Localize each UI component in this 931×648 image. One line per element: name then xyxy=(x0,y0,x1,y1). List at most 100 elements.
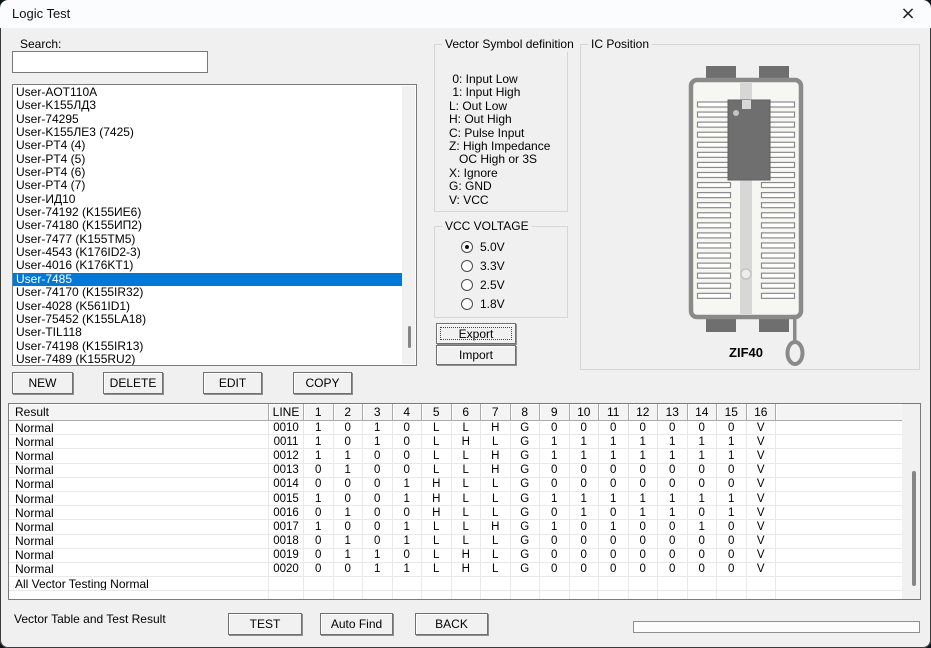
table-row[interactable]: Normal 0011 1 0 1 0 L H L G 1 1 1 1 1 1 1 V xyxy=(9,435,920,450)
column-header[interactable]: LINE xyxy=(269,404,304,421)
vector-cell: L xyxy=(451,477,481,492)
list-item[interactable]: User-75452 (K155LA18) xyxy=(13,312,402,326)
list-item[interactable]: User-K155ЛД3 xyxy=(13,98,402,112)
vcc-option-2.5V[interactable]: 2.5V xyxy=(461,278,505,292)
vector-cell: 0 xyxy=(392,435,422,450)
vcc-option-3.3V[interactable]: 3.3V xyxy=(461,259,505,273)
list-item[interactable]: User-74192 (K155ИЕ6) xyxy=(13,205,402,219)
table-row[interactable]: Normal 0015 1 0 0 1 H L L G 1 1 1 1 1 1 1 V xyxy=(9,491,920,507)
listbox-scrollbar[interactable] xyxy=(402,86,415,364)
column-header[interactable]: 14 xyxy=(687,404,717,421)
table-row[interactable]: Normal 0018 0 1 0 1 L L L G 0 0 0 0 0 0 0 V xyxy=(9,534,920,549)
table-row[interactable]: Normal 0016 0 1 0 0 H L L G 0 1 0 1 1 0 1 V xyxy=(9,506,920,521)
vector-cell: H xyxy=(481,449,511,464)
search-input[interactable] xyxy=(12,51,208,73)
column-header[interactable]: 10 xyxy=(569,404,599,421)
list-item[interactable]: User-74295 xyxy=(13,112,402,126)
copy-button[interactable]: COPY xyxy=(293,372,352,394)
list-item[interactable]: User-4016 (K176KT1) xyxy=(13,259,402,273)
column-header[interactable]: 9 xyxy=(540,404,570,421)
chip-notch xyxy=(742,100,751,109)
table-scrollbar[interactable] xyxy=(902,404,920,599)
socket-hole xyxy=(740,268,752,280)
column-header[interactable]: 6 xyxy=(451,404,481,421)
radio-icon[interactable] xyxy=(461,241,473,253)
auto-find-button[interactable]: Auto Find xyxy=(320,613,393,635)
vector-cell: 0 xyxy=(569,477,599,492)
import-button[interactable]: Import xyxy=(436,345,516,365)
list-item[interactable]: User-PT4 (5) xyxy=(13,152,402,166)
table-row[interactable]: Normal 0010 1 0 1 0 L L H G 0 0 0 0 0 0 0 V xyxy=(9,421,920,436)
radio-icon[interactable] xyxy=(461,260,473,272)
column-header[interactable]: 13 xyxy=(658,404,688,421)
vector-cell: H xyxy=(481,520,511,535)
column-header[interactable]: 5 xyxy=(422,404,452,421)
delete-button[interactable]: DELETE xyxy=(103,372,163,394)
table-row[interactable]: Normal 0019 0 1 1 0 L H L G 0 0 0 0 0 0 0 V xyxy=(9,548,920,563)
edit-button[interactable]: EDIT xyxy=(203,372,262,394)
vector-cell: 0 xyxy=(599,534,629,549)
table-scrollbar-thumb[interactable] xyxy=(912,471,916,586)
column-header[interactable]: Result xyxy=(9,404,269,421)
row-filler xyxy=(776,421,920,436)
list-item[interactable]: User-74170 (K155IR32) xyxy=(13,285,402,299)
list-item[interactable]: User-7485 xyxy=(13,272,402,287)
radio-icon[interactable] xyxy=(461,279,473,291)
export-button[interactable]: Export xyxy=(436,323,516,344)
column-header[interactable]: 16 xyxy=(746,404,776,421)
vector-cell: 1 xyxy=(540,491,570,507)
new-button[interactable]: NEW xyxy=(12,372,73,394)
vector-cell xyxy=(658,591,688,599)
vector-cell: G xyxy=(510,435,540,450)
list-item[interactable]: User-K155ЛЕ3 (7425) xyxy=(13,125,402,139)
column-header[interactable]: 4 xyxy=(392,404,422,421)
list-item[interactable]: User-PT4 (7) xyxy=(13,179,402,193)
list-item[interactable]: User-4543 (K176ID2-3) xyxy=(13,245,402,259)
column-header[interactable]: 3 xyxy=(363,404,393,421)
table-row[interactable]: Normal 0020 0 0 1 1 L H L G 0 0 0 0 0 0 0 V xyxy=(9,562,920,578)
list-item[interactable]: User-AOT110A xyxy=(13,85,402,99)
vector-cell: 0 xyxy=(717,477,747,492)
table-row[interactable]: Normal 0012 1 1 0 0 L L H G 1 1 1 1 1 1 1 V xyxy=(9,449,920,464)
vector-cell: V xyxy=(746,463,776,478)
list-item[interactable]: User-74180 (K155ИП2) xyxy=(13,219,402,233)
column-header[interactable]: 12 xyxy=(628,404,658,421)
column-header[interactable]: 2 xyxy=(333,404,363,421)
vcc-option-5.0V[interactable]: 5.0V xyxy=(461,240,505,254)
listbox-scrollbar-thumb[interactable] xyxy=(408,326,411,348)
vector-cell xyxy=(628,577,658,592)
radio-icon[interactable] xyxy=(461,298,473,310)
chip-listbox[interactable]: User-AOT110A User-K155ЛД3 User-74295 User-K… xyxy=(12,84,417,366)
list-item[interactable]: User-7489 (K155RU2) xyxy=(13,352,402,365)
list-item[interactable]: User-ИД10 xyxy=(13,192,402,206)
column-header[interactable]: 1 xyxy=(304,404,334,421)
line-cell: 0012 xyxy=(269,449,304,464)
column-header[interactable]: 15 xyxy=(717,404,747,421)
list-item[interactable]: User-TIL118 xyxy=(13,325,402,339)
vector-cell: G xyxy=(510,562,540,578)
vector-cell: 0 xyxy=(363,506,393,521)
vector-cell: G xyxy=(510,421,540,436)
list-item[interactable]: User-PT4 (6) xyxy=(13,165,402,179)
list-item[interactable]: User-7477 (K155TM5) xyxy=(13,232,402,246)
column-header[interactable]: 7 xyxy=(481,404,511,421)
vector-cell: 0 xyxy=(363,520,393,535)
test-button[interactable]: TEST xyxy=(228,613,302,635)
back-button[interactable]: BACK xyxy=(415,613,488,635)
vector-cell: 1 xyxy=(599,449,629,464)
list-item[interactable]: User-74198 (K155IR13) xyxy=(13,339,402,353)
radio-label: 5.0V xyxy=(480,240,505,254)
vcc-option-1.8V[interactable]: 1.8V xyxy=(461,297,505,311)
vector-cell: 0 xyxy=(569,534,599,549)
list-item[interactable]: User-PT4 (4) xyxy=(13,139,402,153)
vector-cell: 1 xyxy=(599,491,629,507)
close-button[interactable]: × xyxy=(885,0,931,28)
vector-cell: L xyxy=(422,562,452,578)
list-item[interactable]: User-4028 (K561ID1) xyxy=(13,299,402,313)
column-header[interactable]: 8 xyxy=(510,404,540,421)
column-header[interactable]: 11 xyxy=(599,404,629,421)
table-row[interactable]: Normal 0017 1 0 0 1 L L H G 1 0 1 0 0 1 0 V xyxy=(9,520,920,535)
table-row[interactable]: Normal 0013 0 1 0 0 L L H G 0 0 0 0 0 0 0 V xyxy=(9,463,920,478)
table-row[interactable]: Normal 0014 0 0 0 1 H L L G 0 0 0 0 0 0 0 V xyxy=(9,477,920,492)
vector-cell: 0 xyxy=(658,520,688,535)
